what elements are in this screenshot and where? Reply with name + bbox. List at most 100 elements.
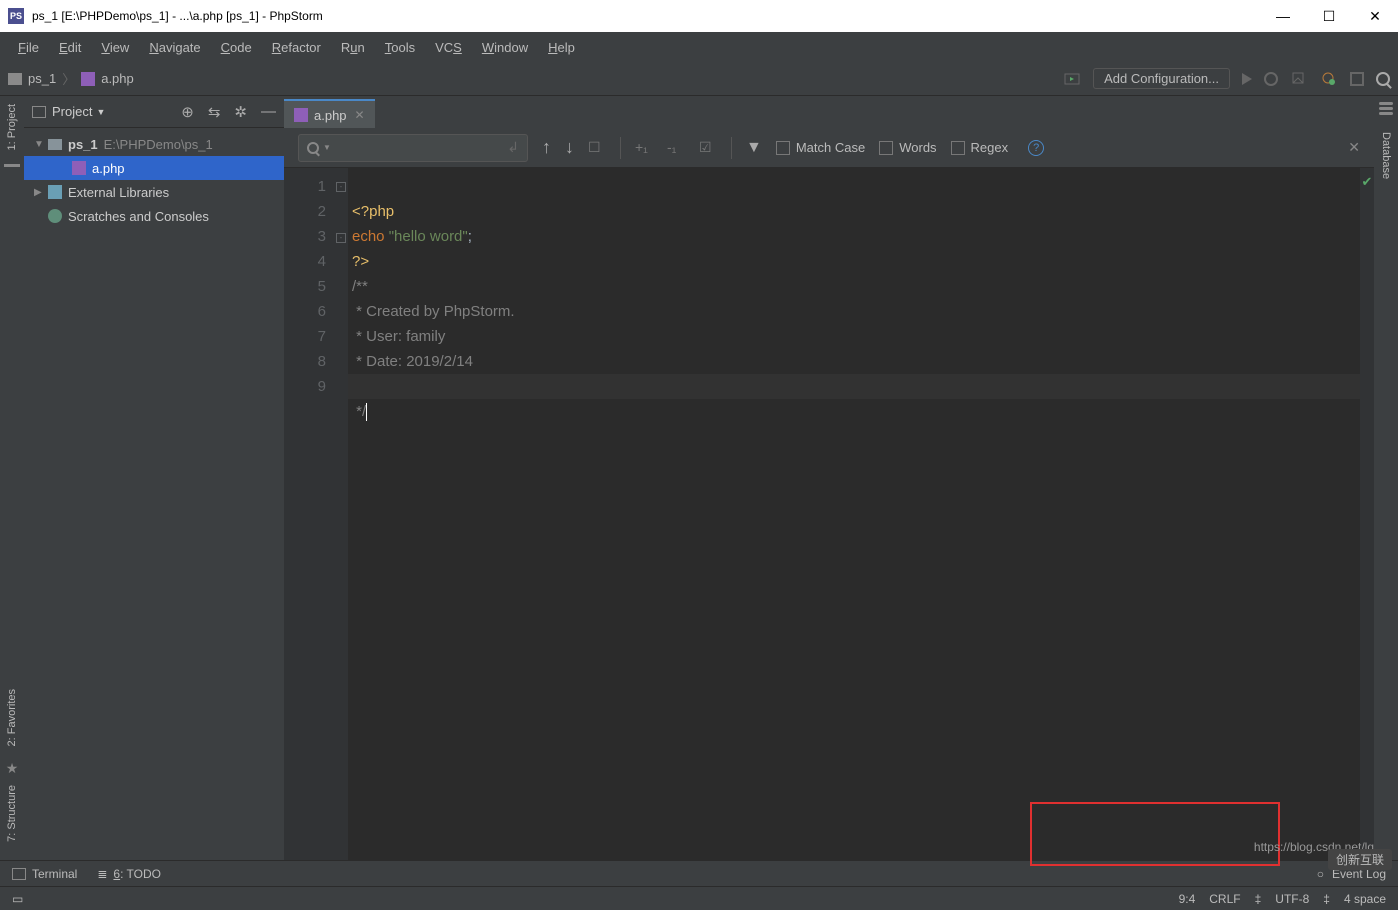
tab-project[interactable]: 1: Project — [6, 96, 18, 158]
separator: ‡ — [1255, 892, 1262, 906]
project-header: Project ▼ ⊕ ⇆ ✲ — — [24, 96, 284, 128]
prev-match-button[interactable]: ↑ — [542, 137, 551, 158]
menu-refactor[interactable]: Refactor — [262, 36, 331, 59]
run-target-icon[interactable] — [1063, 70, 1081, 88]
window-titlebar: PS ps_1 [E:\PHPDemo\ps_1] - ...\a.php [p… — [0, 0, 1398, 32]
status-icon[interactable]: ▭ — [12, 892, 23, 906]
menu-view[interactable]: View — [91, 36, 139, 59]
enter-icon: ↲ — [507, 139, 519, 156]
project-title[interactable]: Project — [52, 104, 92, 119]
database-icon — [1379, 102, 1393, 118]
status-position[interactable]: 9:4 — [1179, 892, 1196, 906]
menu-tools[interactable]: Tools — [375, 36, 425, 59]
search-input[interactable]: ▼ ↲ — [298, 134, 528, 162]
tab-database[interactable]: Database — [1380, 124, 1392, 187]
breadcrumb-folder[interactable]: ps_1 — [28, 71, 56, 86]
expand-icon[interactable]: ⇆ — [208, 103, 221, 121]
words-checkbox[interactable]: Words — [879, 140, 936, 155]
locate-icon[interactable]: ⊕ — [181, 103, 194, 121]
coverage-button[interactable] — [1290, 70, 1308, 88]
folder-icon — [8, 73, 22, 85]
tree-file-aphp[interactable]: a.php — [24, 156, 284, 180]
chevron-down-icon[interactable]: ▼ — [96, 107, 105, 117]
bottom-tool-stripe: Terminal ≣6: TODO ○ Event Log — [0, 860, 1398, 886]
navigation-bar: ps_1 〉 a.php Add Configuration... — [0, 62, 1398, 96]
root-name: ps_1 — [68, 137, 98, 152]
fold-column: - - — [334, 168, 348, 860]
scratch-icon — [48, 209, 62, 223]
menu-navigate[interactable]: Navigate — [139, 36, 210, 59]
folder-glyph-icon — [4, 164, 20, 167]
status-bar: ▭ 9:4 CRLF ‡ UTF-8 ‡ 4 space — [0, 886, 1398, 910]
minimize-button[interactable]: — — [1260, 0, 1306, 32]
root-path: E:\PHPDemo\ps_1 — [104, 137, 213, 152]
close-tab-icon[interactable]: ✕ — [355, 108, 365, 122]
fold-end-icon[interactable]: - — [336, 233, 346, 243]
menu-file[interactable]: File — [8, 36, 49, 59]
match-case-checkbox[interactable]: Match Case — [776, 140, 865, 155]
close-button[interactable]: ✕ — [1352, 0, 1398, 32]
code-editor[interactable]: 123456789 - - <?php echo "hello word"; ?… — [284, 168, 1374, 860]
select-all-icon[interactable]: ☐ — [588, 139, 606, 157]
editor-tabs: a.php ✕ — [284, 96, 1374, 128]
menu-bar: File Edit View Navigate Code Refactor Ru… — [0, 32, 1398, 62]
status-indent[interactable]: 4 space — [1344, 892, 1386, 906]
breadcrumb-file[interactable]: a.php — [101, 71, 134, 86]
tab-structure[interactable]: 7: Structure — [6, 777, 18, 850]
folder-icon — [48, 139, 62, 150]
status-eol[interactable]: CRLF — [1209, 892, 1240, 906]
line-gutter: 123456789 — [284, 168, 334, 860]
tree-scratches[interactable]: Scratches and Consoles — [24, 204, 284, 228]
menu-edit[interactable]: Edit — [49, 36, 91, 59]
text-caret — [366, 403, 367, 421]
php-file-icon — [81, 72, 95, 86]
expand-arrow-icon[interactable]: ▼ — [34, 139, 44, 150]
tree-external-libs[interactable]: ▶ External Libraries — [24, 180, 284, 204]
menu-code[interactable]: Code — [211, 36, 262, 59]
tab-label: a.php — [314, 108, 347, 123]
menu-help[interactable]: Help — [538, 36, 585, 59]
status-encoding[interactable]: UTF-8 — [1275, 892, 1309, 906]
inspection-gutter: ✔ — [1360, 168, 1374, 860]
help-icon[interactable]: ? — [1028, 140, 1044, 156]
settings-icon[interactable]: ✲ — [234, 103, 247, 121]
filter-icon[interactable]: ▼ — [746, 139, 762, 157]
search-dropdown-icon[interactable]: ▼ — [323, 143, 331, 152]
menu-vcs[interactable]: VCS — [425, 36, 472, 59]
project-tool-window: Project ▼ ⊕ ⇆ ✲ — ▼ ps_1 E:\PHPDemo\ps_1… — [24, 96, 284, 860]
remove-selection-icon[interactable]: -₁ — [667, 139, 685, 157]
window-title: ps_1 [E:\PHPDemo\ps_1] - ...\a.php [ps_1… — [32, 9, 323, 23]
ok-check-icon: ✔ — [1360, 168, 1374, 190]
php-file-icon — [72, 161, 86, 175]
stop-button[interactable] — [1350, 72, 1364, 86]
separator — [731, 137, 732, 159]
search-everywhere-icon[interactable] — [1376, 72, 1390, 86]
code-content[interactable]: <?php echo "hello word"; ?> /** * Create… — [348, 168, 1360, 860]
file-name: a.php — [92, 161, 125, 176]
collapse-icon[interactable]: — — [261, 103, 276, 121]
tree-root[interactable]: ▼ ps_1 E:\PHPDemo\ps_1 — [24, 132, 284, 156]
separator: ‡ — [1323, 892, 1330, 906]
select-occurrences-icon[interactable]: ☑ — [699, 139, 717, 157]
watermark-logo: 创新互联 — [1328, 849, 1392, 870]
next-match-button[interactable]: ↓ — [565, 137, 574, 158]
collapse-arrow-icon[interactable]: ▶ — [34, 187, 44, 198]
profile-button[interactable] — [1320, 70, 1338, 88]
run-button[interactable] — [1242, 73, 1252, 85]
chevron-right-icon: 〉 — [62, 69, 75, 88]
tab-aphp[interactable]: a.php ✕ — [284, 99, 375, 129]
maximize-button[interactable]: ☐ — [1306, 0, 1352, 32]
app-icon: PS — [8, 8, 24, 24]
menu-run[interactable]: Run — [331, 36, 375, 59]
menu-window[interactable]: Window — [472, 36, 538, 59]
close-findbar-icon[interactable]: ✕ — [1348, 139, 1360, 156]
tab-favorites[interactable]: 2: Favorites — [6, 681, 18, 754]
left-tool-stripe: 1: Project 2: Favorites ★ 7: Structure — [0, 96, 24, 860]
editor: a.php ✕ ▼ ↲ ↑ ↓ ☐ +₁ -₁ ☑ ▼ Match Case W… — [284, 96, 1374, 860]
fold-start-icon[interactable]: - — [336, 182, 346, 192]
debug-button[interactable] — [1264, 72, 1278, 86]
add-selection-icon[interactable]: +₁ — [635, 139, 653, 157]
ext-label: External Libraries — [68, 185, 169, 200]
add-configuration-button[interactable]: Add Configuration... — [1093, 68, 1230, 89]
regex-checkbox[interactable]: Regex — [951, 140, 1009, 155]
